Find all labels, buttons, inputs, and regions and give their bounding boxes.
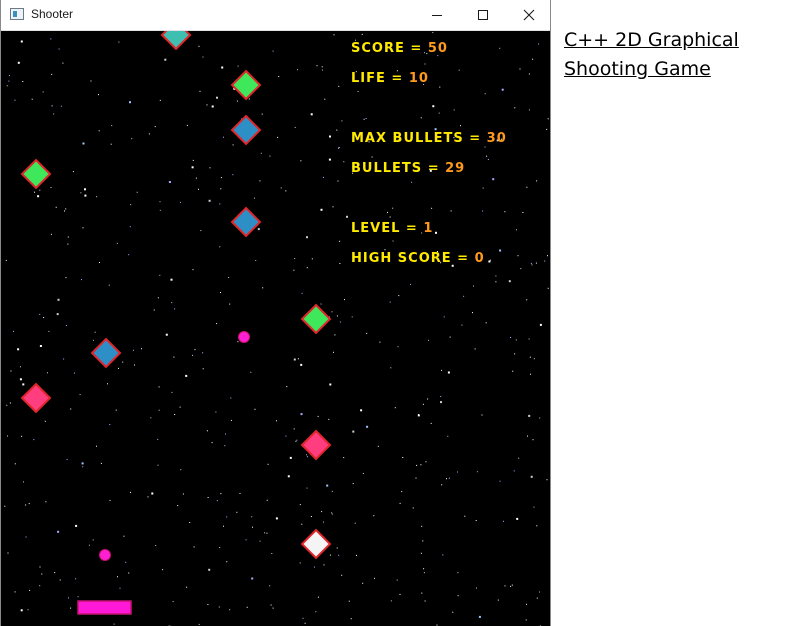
hud-equals: = [391,71,404,86]
close-icon [523,9,535,21]
hud-life-value: 10 [408,71,429,86]
enemy-teal-diamond [160,31,192,51]
hud-panel: SCORE = 50 LIFE = 10 MAX BULLETS = 30 BU… [351,39,546,279]
hud-max-bullets-value: 30 [486,131,507,146]
enemy-green-diamond [20,158,52,190]
hud-equals: = [405,221,418,236]
bullet [238,331,250,343]
app-icon [10,8,24,20]
minimize-button[interactable] [414,0,460,30]
enemy-blue-diamond [230,206,262,238]
hud-level-value: 1 [423,221,434,236]
hud-level: LEVEL = 1 [351,221,433,237]
caption-line-2: Shooting Game [564,58,711,80]
caption-line-1: C++ 2D Graphical [564,29,739,51]
hud-bullets: BULLETS = 29 [351,161,465,177]
hud-life-label: LIFE [351,71,386,86]
hud-high-score: HIGH SCORE = 0 [351,251,485,267]
hud-equals: = [427,161,440,176]
game-canvas[interactable]: SCORE = 50 LIFE = 10 MAX BULLETS = 30 BU… [1,31,550,626]
hud-level-label: LEVEL [351,221,401,236]
maximize-button[interactable] [460,0,506,30]
hud-bullets-value: 29 [445,161,466,176]
minimize-icon [432,15,442,16]
maximize-icon [478,10,488,20]
player-ship[interactable] [77,600,132,615]
title-bar[interactable]: Shooter [1,0,550,31]
hud-high-score-value: 0 [474,251,485,266]
hud-score: SCORE = 50 [351,41,448,57]
enemy-pink-diamond [300,429,332,461]
hud-equals: = [410,41,423,56]
hud-equals: = [457,251,470,266]
bullet [99,549,111,561]
hud-bullets-label: BULLETS [351,161,423,176]
side-caption: C++ 2D Graphical Shooting Game [564,26,796,84]
hud-max-bullets: MAX BULLETS = 30 [351,131,507,147]
enemy-pink-diamond [20,382,52,414]
hud-score-value: 50 [427,41,448,56]
hud-life: LIFE = 10 [351,71,429,87]
enemy-blue-diamond [230,114,262,146]
hud-equals: = [469,131,482,146]
enemy-green-diamond [230,69,262,101]
hud-max-bullets-label: MAX BULLETS [351,131,464,146]
enemy-white-diamond [300,528,332,560]
window-title: Shooter [31,7,74,21]
game-window: Shooter SCORE = 50 LIFE = 10 MAX BULLETS… [0,0,551,626]
close-button[interactable] [506,0,552,30]
hud-score-label: SCORE [351,41,405,56]
hud-high-score-label: HIGH SCORE [351,251,452,266]
enemy-blue-diamond [90,337,122,369]
enemy-green-diamond [300,303,332,335]
